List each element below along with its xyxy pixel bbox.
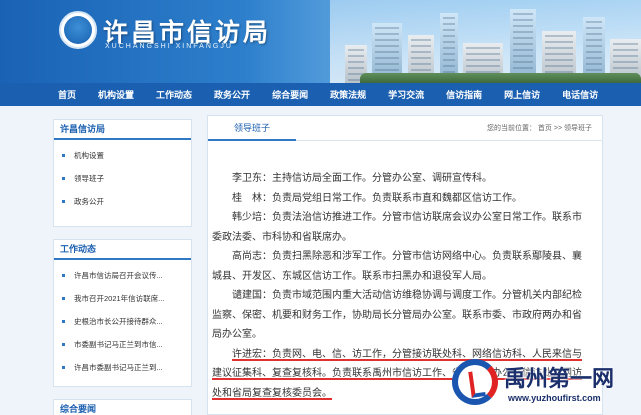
sidebar-bureau-title: 许昌信访局 xyxy=(54,120,191,140)
leader-paragraph: 谴建国：负责市域范围内重大活动信访维稳协调与调度工作。分管机关内部纪检监察、保密… xyxy=(212,290,582,340)
bullet-icon xyxy=(62,297,65,300)
news-list-item[interactable]: 许昌市委副书记马正兰到... xyxy=(54,356,191,379)
bullet-icon xyxy=(62,343,65,346)
leader-paragraph: 李卫东：主持信访局全面工作。分管办公室、调研宣传科。 xyxy=(232,173,492,184)
nav-organization[interactable]: 机构设置 xyxy=(98,88,134,101)
nav-online-petition[interactable]: 网上信访 xyxy=(504,88,540,101)
nav-general-news[interactable]: 综合要闻 xyxy=(272,88,308,101)
bullet-icon xyxy=(62,320,65,323)
sidebar-item-label: 政务公开 xyxy=(74,197,104,206)
bullet-icon xyxy=(62,154,65,157)
sidebar-item-public-affairs[interactable]: 政务公开 xyxy=(54,190,191,213)
leader-paragraph: 桂 林：负责局党组日常工作。负责联系市直和魏都区信访工作。 xyxy=(232,192,522,204)
bullet-icon xyxy=(62,366,65,369)
news-list-item[interactable]: 许昌市信访局召开会议传... xyxy=(54,264,191,287)
sidebar-item-label: 领导班子 xyxy=(74,174,104,183)
nav-policies[interactable]: 政策法规 xyxy=(330,88,366,101)
highlight-name: 许进宏： xyxy=(232,348,272,360)
sidebar-item-leadership[interactable]: 领导班子 xyxy=(54,167,191,190)
breadcrumb: 您的当前位置： 首页 >> 领导班子 xyxy=(486,125,592,132)
sidebar-bureau-panel: 许昌信访局 机构设置 领导班子 政务公开 xyxy=(53,119,192,227)
main-nav: 首页 机构设置 工作动态 政务公开 综合要闻 政策法规 学习交流 信访指南 网上… xyxy=(0,83,641,106)
sidebar-news-panel: 工作动态 许昌市信访局召开会议传... 我市召开2021年信访联席... 史根治… xyxy=(53,239,192,387)
leader-paragraph: 韩少培：负责法治信访推进工作。分管市信访联席会议办公室日常工作。联系市委政法委、… xyxy=(212,212,582,243)
sidebar-item-label: 机构设置 xyxy=(74,151,104,160)
site-subtitle: XUCHANGSHI XINFANGJU xyxy=(105,43,233,50)
news-item-label: 许昌市委副书记马正兰到... xyxy=(74,363,163,372)
news-list-item[interactable]: 我市召开2021年信访联席... xyxy=(54,287,191,310)
news-list-item[interactable]: 市委副书记马正兰到市信... xyxy=(54,333,191,356)
watermark-logo-icon xyxy=(452,359,498,405)
nav-learning[interactable]: 学习交流 xyxy=(388,88,424,101)
news-list-item[interactable]: 史根治市长公开接待群众... xyxy=(54,310,191,333)
bullet-icon xyxy=(62,200,65,203)
banner-building xyxy=(510,9,536,83)
watermark: 禹州第一网 www.yuzhoufirst.com xyxy=(452,357,641,415)
news-item-label: 我市召开2021年信访联席... xyxy=(74,294,165,303)
news-item-label: 市委副书记马正兰到市信... xyxy=(74,340,163,349)
nav-public-affairs[interactable]: 政务公开 xyxy=(214,88,250,101)
nav-petition-guide[interactable]: 信访指南 xyxy=(446,88,482,101)
bullet-icon xyxy=(62,177,65,180)
sidebar-general-panel: 综合要闻 xyxy=(53,399,192,415)
sidebar-item-organization[interactable]: 机构设置 xyxy=(54,144,191,167)
watermark-name: 禹州第一网 xyxy=(504,367,615,392)
nav-phone-petition[interactable]: 电话信访 xyxy=(562,88,598,101)
news-item-label: 史根治市长公开接待群众... xyxy=(74,317,163,326)
nav-home[interactable]: 首页 xyxy=(58,88,76,101)
bullet-icon xyxy=(62,274,65,277)
watermark-url: www.yuzhoufirst.com xyxy=(508,393,601,403)
content-header: 领导班子 您的当前位置： 首页 >> 领导班子 xyxy=(208,116,602,141)
nav-work-news[interactable]: 工作动态 xyxy=(156,88,192,101)
sidebar-news-title: 工作动态 xyxy=(54,240,191,260)
tab-leadership[interactable]: 领导班子 xyxy=(208,116,296,141)
leader-paragraph: 高尚志：负责扫黑除恶和涉军工作。分管市信访网络中心。负责联系鄢陵县、襄城县、开发… xyxy=(212,251,582,282)
sidebar-general-title: 综合要闻 xyxy=(54,400,191,415)
site-logo-icon[interactable] xyxy=(59,11,97,49)
banner-trees xyxy=(360,73,641,83)
site-banner: 许昌市信访局 XUCHANGSHI XINFANGJU xyxy=(0,0,641,83)
news-item-label: 许昌市信访局召开会议传... xyxy=(74,271,163,280)
